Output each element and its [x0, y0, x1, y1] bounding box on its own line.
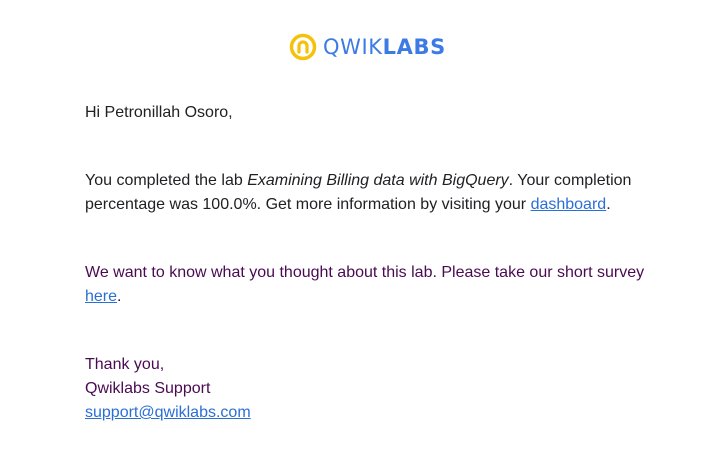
survey-link[interactable]: here: [85, 288, 117, 305]
email-body: QWIKLABS Hi Petronillah Osoro, You compl…: [0, 0, 726, 467]
survey-message: We want to know what you thought about t…: [85, 264, 645, 305]
thank-you-text: Thank you,: [85, 356, 165, 373]
qwiklabs-logo: QWIKLABS: [289, 32, 446, 62]
greeting: Hi Petronillah Osoro,: [85, 104, 233, 121]
support-email-link[interactable]: support@qwiklabs.com: [85, 401, 645, 425]
dashboard-link[interactable]: dashboard: [531, 196, 607, 213]
lab-name: Examining Billing data with BigQuery: [247, 172, 509, 189]
completion-message: You completed the lab Examining Billing …: [85, 172, 632, 213]
logo-wordmark: QWIKLABS: [323, 35, 446, 59]
qwiklabs-logo-icon: [289, 33, 317, 61]
support-team-name: Qwiklabs Support: [85, 380, 211, 397]
signoff: Thank you, Qwiklabs Support support@qwik…: [85, 353, 645, 425]
